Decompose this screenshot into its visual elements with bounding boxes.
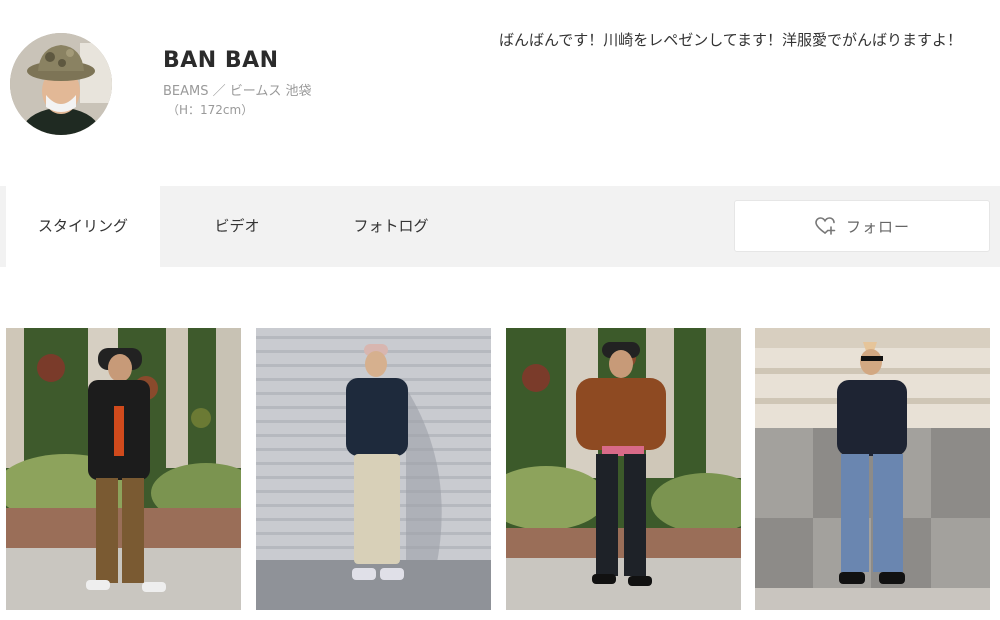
profile-bio: ばんばんです！川崎をレペゼンしてます！洋服愛でがんばりますよ！ xyxy=(499,31,963,49)
styling-photo[interactable] xyxy=(256,328,491,610)
photo-image xyxy=(6,328,241,610)
tab-styling[interactable]: スタイリング xyxy=(6,186,160,267)
styling-photo[interactable] xyxy=(6,328,241,610)
avatar-image xyxy=(10,33,112,135)
profile-name: BAN BAN xyxy=(163,48,279,73)
follow-button[interactable]: フォロー xyxy=(734,200,990,252)
styling-grid xyxy=(0,328,1000,610)
tab-video[interactable]: ビデオ xyxy=(160,186,314,267)
avatar[interactable] xyxy=(10,33,112,135)
styling-photo[interactable] xyxy=(755,328,990,610)
follow-label: フォロー xyxy=(845,217,910,236)
photo-image xyxy=(256,328,491,610)
profile-height: （H：172cm） xyxy=(167,103,254,117)
photo-image xyxy=(506,328,741,610)
profile-shop[interactable]: BEAMS ／ ビームス 池袋 xyxy=(163,80,312,99)
tab-photolog[interactable]: フォトログ xyxy=(314,186,468,267)
photo-image xyxy=(755,328,990,610)
profile-header: BAN BAN BEAMS ／ ビームス 池袋 （H：172cm） ばんばんです… xyxy=(0,0,1000,186)
styling-photo[interactable] xyxy=(506,328,741,610)
heart-plus-icon xyxy=(814,216,836,236)
